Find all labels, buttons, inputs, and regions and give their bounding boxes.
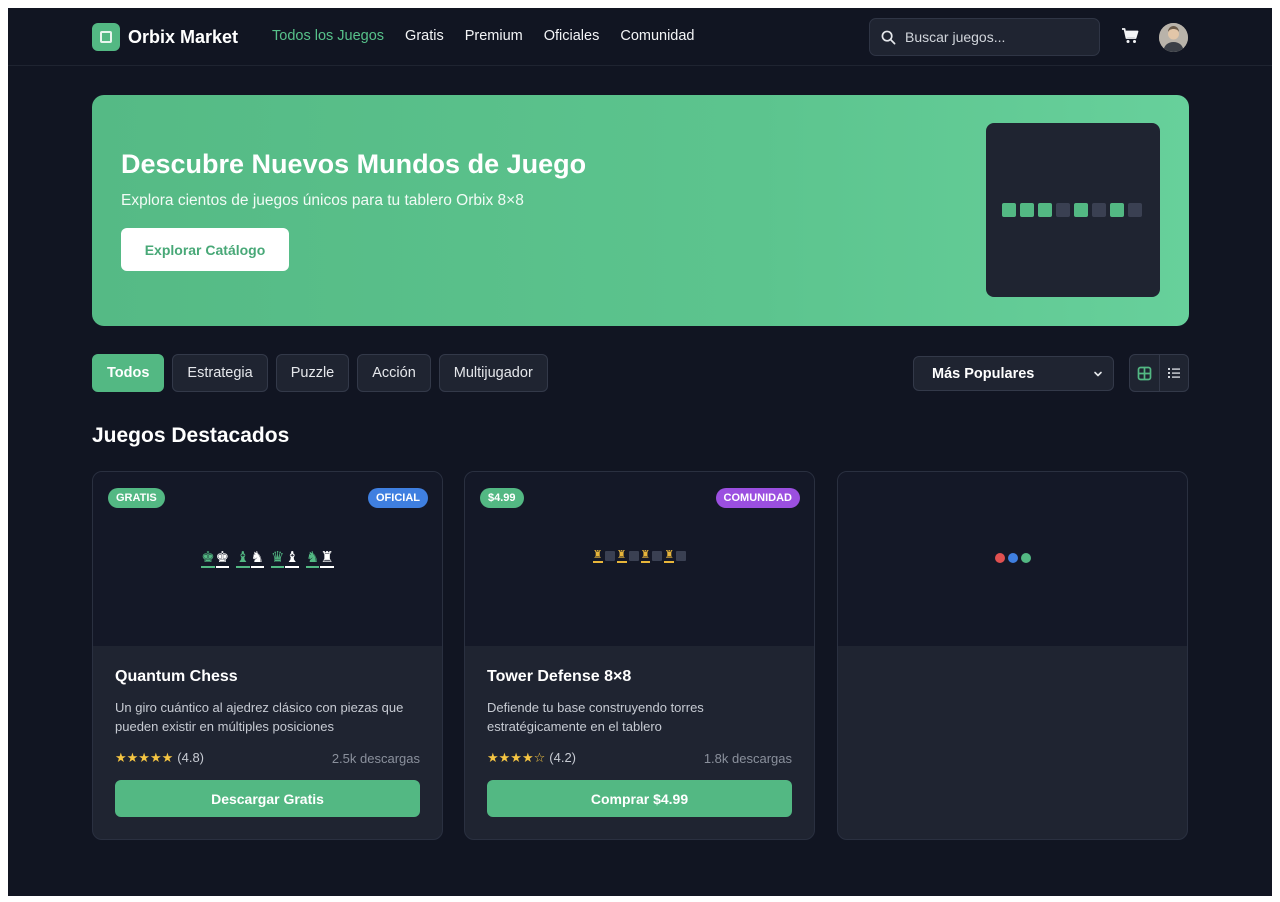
search-input[interactable] <box>905 29 1085 45</box>
user-avatar-icon <box>1159 23 1188 52</box>
download-free-button[interactable]: Descargar Gratis <box>115 780 420 817</box>
cart-icon[interactable] <box>1121 27 1139 45</box>
type-badge: COMUNIDAD <box>715 488 800 508</box>
nav-item-oficiales[interactable]: Oficiales <box>544 28 600 44</box>
sort-select[interactable]: Más Populares <box>913 356 1114 391</box>
board-cell <box>1056 203 1070 217</box>
board-cell <box>1074 203 1088 217</box>
download-count: 2.5k descargas <box>331 750 420 766</box>
orbix-logo-icon <box>92 23 120 51</box>
card-body: Quantum Chess Un giro cuántico al ajedre… <box>115 668 420 817</box>
board-cell <box>652 551 663 561</box>
grid-view-button[interactable] <box>1130 355 1159 391</box>
board-cell <box>1038 203 1052 217</box>
tower-icon: ♜ <box>664 548 675 563</box>
buy-button[interactable]: Comprar $4.99 <box>487 780 792 817</box>
game-card-tower-defense[interactable]: $4.99 COMUNIDAD ♜ ♜ ♜ ♜ Tower Defense 8×8 D… <box>464 471 815 840</box>
loading-dot <box>1020 553 1031 563</box>
avatar[interactable] <box>1159 23 1188 52</box>
hero-banner: Descubre Nuevos Mundos de Juego Explora … <box>92 95 1189 326</box>
chess-piece-icon: ♛ <box>271 548 285 568</box>
board-cell <box>676 551 687 561</box>
nav-item-comunidad[interactable]: Comunidad <box>620 28 694 44</box>
app-window: Orbix Market Todos los Juegos Gratis Pre… <box>8 8 1272 896</box>
hero-subtitle: Explora cientos de juegos únicos para tu… <box>121 192 524 209</box>
game-meta: ★★★★★ (4.8) 2.5k descargas <box>115 750 420 766</box>
search-icon <box>881 30 896 44</box>
game-description: Defiende tu base construyendo torres est… <box>487 700 704 734</box>
board-cell <box>1092 203 1106 217</box>
tower-icon: ♜ <box>592 548 603 563</box>
filter-chip-accion[interactable]: Acción <box>357 354 431 392</box>
board-cell <box>1110 203 1124 217</box>
chess-piece-icon: ♚ <box>201 548 215 568</box>
rating-stars-icon: ★★★★☆ <box>487 750 546 765</box>
board-cell <box>604 551 615 561</box>
type-badge: OFICIAL <box>368 488 428 508</box>
category-filters: Todos Estrategia Puzzle Acción Multijuga… <box>92 354 548 392</box>
view-toggle <box>1129 354 1189 392</box>
chess-piece-icon: ♞ <box>305 548 320 568</box>
card-body: Tower Defense 8×8 Defiende tu base const… <box>487 668 792 817</box>
game-preview: $4.99 COMUNIDAD ♜ ♜ ♜ ♜ <box>465 472 814 646</box>
tower-icon: ♜ <box>616 548 627 563</box>
section-title: Juegos Destacados <box>92 424 290 447</box>
chess-piece-icon: ♚ <box>215 548 230 568</box>
download-count: 1.8k descargas <box>703 750 792 766</box>
brand[interactable]: Orbix Market <box>92 23 238 51</box>
board-cell <box>1002 203 1016 217</box>
game-title: Quantum Chess <box>115 668 238 685</box>
chess-piece-icon: ♞ <box>250 548 264 568</box>
board-cell <box>1020 203 1034 217</box>
game-card-loading <box>837 471 1188 840</box>
rating-value: (4.8) <box>177 750 205 765</box>
board-preview-row <box>1002 203 1142 217</box>
game-preview: GRATIS OFICIAL ♚ ♚ ♝ ♞ ♛ ♝ ♞ ♜ <box>93 472 442 646</box>
hero-title: Descubre Nuevos Mundos de Juego <box>121 149 587 179</box>
list-view-button[interactable] <box>1158 355 1188 391</box>
loading-dot <box>994 553 1005 563</box>
sort-select-value: Más Populares <box>932 365 1035 382</box>
chess-piece-icon: ♝ <box>285 548 299 568</box>
chevron-down-icon <box>1094 371 1102 376</box>
rating-stars-icon: ★★★★★ <box>115 750 174 765</box>
list-icon <box>1167 368 1180 378</box>
brand-name: Orbix Market <box>128 26 239 47</box>
game-title: Tower Defense 8×8 <box>487 668 632 685</box>
board-cell <box>1128 203 1142 217</box>
filter-chip-estrategia[interactable]: Estrategia <box>172 354 268 392</box>
explore-catalog-button[interactable]: Explorar Catálogo <box>121 228 289 271</box>
chess-piece-icon: ♜ <box>320 548 334 568</box>
filter-chip-multijugador[interactable]: Multijugador <box>438 354 548 392</box>
game-description: Un giro cuántico al ajedrez clásico con … <box>115 700 404 734</box>
price-badge: $4.99 <box>480 488 524 508</box>
price-badge: GRATIS <box>108 488 165 508</box>
rating-value: (4.2) <box>549 750 577 765</box>
filter-chip-todos[interactable]: Todos <box>92 354 165 392</box>
chess-piece-icon: ♝ <box>236 548 250 568</box>
board-preview <box>986 123 1160 297</box>
grid-icon <box>1137 366 1152 380</box>
search-box[interactable] <box>869 18 1100 56</box>
nav-item-gratis[interactable]: Gratis <box>405 28 444 44</box>
nav-item-premium[interactable]: Premium <box>465 28 523 44</box>
top-nav-bar: Orbix Market Todos los Juegos Gratis Pre… <box>8 8 1272 66</box>
loading-dot <box>1007 553 1018 563</box>
game-meta: ★★★★☆ (4.2) 1.8k descargas <box>487 750 792 766</box>
nav-item-todos-los-juegos[interactable]: Todos los Juegos <box>272 28 384 44</box>
main-nav: Todos los Juegos Gratis Premium Oficiale… <box>272 28 695 44</box>
loading-dots-icon <box>838 553 1187 563</box>
filter-chip-puzzle[interactable]: Puzzle <box>275 354 350 392</box>
game-preview <box>838 472 1187 646</box>
tower-icon: ♜ <box>640 548 651 563</box>
chess-pieces-preview: ♚ ♚ ♝ ♞ ♛ ♝ ♞ ♜ <box>93 548 442 568</box>
game-card-quantum-chess[interactable]: GRATIS OFICIAL ♚ ♚ ♝ ♞ ♛ ♝ ♞ ♜ Quantum Chess Un… <box>92 471 443 840</box>
board-cell <box>628 551 639 561</box>
tower-defense-preview: ♜ ♜ ♜ ♜ <box>465 549 814 563</box>
